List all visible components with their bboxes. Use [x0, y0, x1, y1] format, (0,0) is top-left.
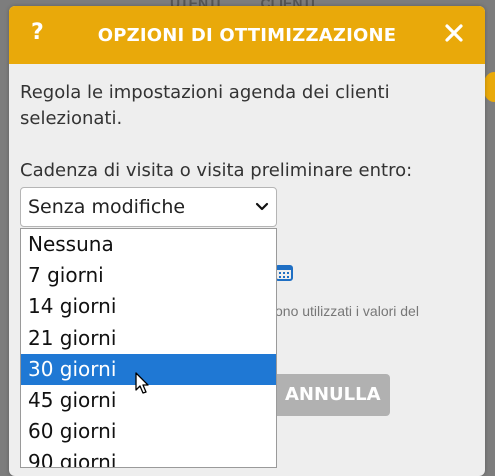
- close-icon[interactable]: [441, 20, 467, 46]
- dropdown-option[interactable]: Nessuna: [21, 229, 276, 260]
- dropdown-option[interactable]: 60 giorni: [21, 416, 276, 447]
- cadence-dropdown-list: Nessuna 7 giorni 14 giorni 21 giorni 30 …: [20, 228, 277, 468]
- chevron-down-icon: [255, 202, 269, 211]
- dropdown-option[interactable]: 7 giorni: [21, 260, 276, 291]
- cancel-button[interactable]: ANNULLA: [267, 374, 390, 416]
- dropdown-option[interactable]: 90 giorni: [21, 447, 276, 467]
- dropdown-option[interactable]: 14 giorni: [21, 291, 276, 322]
- calendar-icon[interactable]: [275, 264, 293, 282]
- cadence-select[interactable]: Senza modifiche: [20, 187, 277, 227]
- cadence-select-value: Senza modifiche: [28, 196, 186, 218]
- dialog-description: Regola le impostazioni agenda dei client…: [20, 82, 390, 129]
- dialog-header: ? OPZIONI DI OTTIMIZZAZIONE: [9, 6, 485, 64]
- hint-text: ono utilizzati i valori del: [275, 303, 419, 319]
- help-icon[interactable]: ?: [31, 20, 44, 45]
- dropdown-option[interactable]: 21 giorni: [21, 323, 276, 354]
- mouse-cursor-icon: [135, 372, 149, 394]
- cadence-field-label: Cadenza di visita o visita preliminare e…: [20, 160, 413, 181]
- dialog-title: OPZIONI DI OTTIMIZZAZIONE: [97, 24, 397, 46]
